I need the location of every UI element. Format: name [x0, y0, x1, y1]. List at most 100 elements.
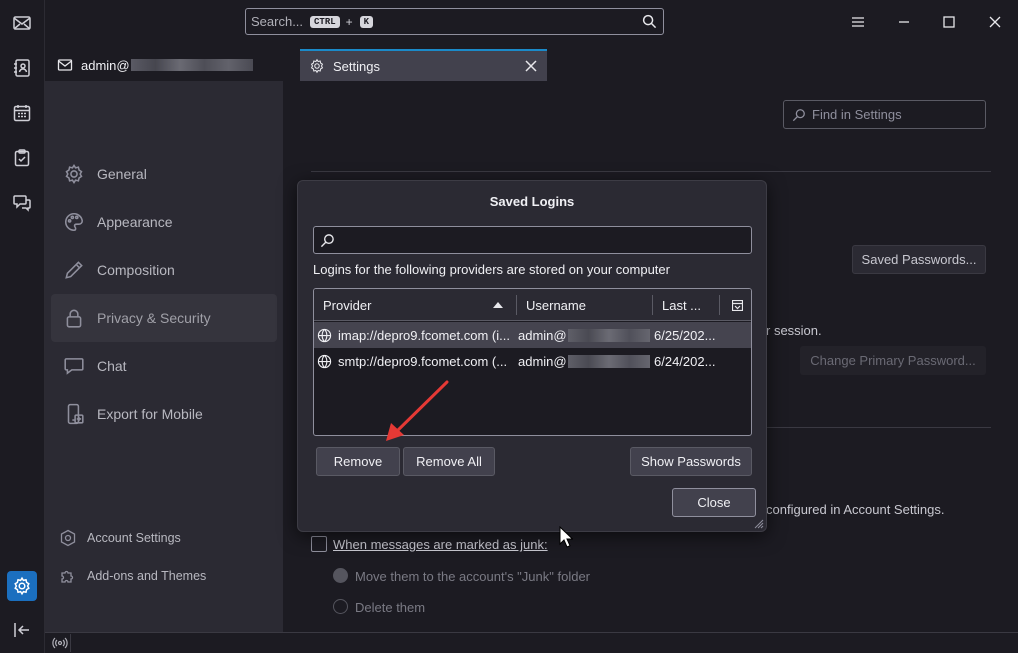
- column-last-used-label: Last ...: [662, 297, 702, 313]
- globe-icon: [317, 354, 332, 368]
- activity-button[interactable]: [49, 634, 71, 652]
- column-picker-icon[interactable]: [731, 299, 744, 312]
- account-settings-label: Account Settings: [87, 531, 181, 545]
- chat-bubbles-icon: [13, 195, 31, 212]
- address-book-icon: [14, 59, 30, 77]
- collapse-left-icon: [14, 623, 29, 637]
- tab-settings-label: Settings: [333, 58, 380, 74]
- column-separator[interactable]: [719, 295, 720, 315]
- calendar-icon: [13, 105, 31, 122]
- mobile-icon: [67, 403, 84, 425]
- global-search-input[interactable]: Search... CTRL + K: [245, 8, 664, 35]
- k-key-badge: K: [359, 15, 374, 28]
- junk-move-radio[interactable]: [333, 568, 348, 583]
- account-settings-link[interactable]: Account Settings: [59, 527, 181, 549]
- find-in-settings-placeholder: Find in Settings: [812, 107, 902, 122]
- category-chat-label: Chat: [97, 358, 127, 374]
- junk-checkbox[interactable]: [311, 536, 327, 552]
- palette-icon: [65, 212, 84, 232]
- account-settings-icon: [60, 529, 76, 547]
- close-button[interactable]: Close: [672, 488, 756, 517]
- category-general[interactable]: General: [51, 150, 277, 198]
- search-icon: [792, 108, 805, 121]
- window-close-button[interactable]: [984, 11, 1006, 33]
- minimize-button[interactable]: [893, 11, 915, 33]
- addons-themes-label: Add-ons and Themes: [87, 569, 207, 583]
- app-menu-button[interactable]: [847, 11, 869, 33]
- settings-sidebar: General Appearance Composition Privacy &…: [45, 81, 283, 632]
- dialog-description: Logins for the following providers are s…: [313, 262, 670, 277]
- tab-mail-account[interactable]: admin@: [45, 49, 298, 81]
- logins-filter-input[interactable]: [313, 226, 752, 254]
- row-last-used: 6/25/202...: [654, 327, 716, 343]
- column-provider-label: Provider: [323, 297, 372, 313]
- saved-logins-dialog: Saved Logins Logins for the following pr…: [297, 180, 767, 532]
- category-privacy-security[interactable]: Privacy & Security: [51, 294, 277, 342]
- gear-icon: [14, 576, 30, 596]
- calendar-space-button[interactable]: [7, 98, 37, 128]
- column-last-used[interactable]: Last ...: [653, 289, 719, 321]
- mail-account-icon: [57, 59, 73, 71]
- divider: [311, 171, 991, 172]
- session-text: r session.: [766, 323, 822, 338]
- gear-icon: [65, 163, 83, 185]
- puzzle-icon: [61, 570, 74, 583]
- column-username-label: Username: [526, 297, 586, 313]
- category-chat[interactable]: Chat: [51, 342, 277, 390]
- column-username[interactable]: Username: [517, 289, 652, 321]
- category-export-mobile[interactable]: Export for Mobile: [51, 390, 277, 438]
- mail-space-button[interactable]: [7, 8, 37, 38]
- search-placeholder: Search...: [251, 14, 304, 29]
- close-icon: [525, 60, 537, 72]
- change-primary-password-button[interactable]: Change Primary Password...: [800, 346, 986, 375]
- divider: [767, 427, 991, 428]
- collapse-spaces-button[interactable]: [7, 615, 37, 645]
- category-appearance-label: Appearance: [97, 214, 173, 230]
- category-composition[interactable]: Composition: [51, 246, 277, 294]
- show-passwords-button[interactable]: Show Passwords: [630, 447, 752, 476]
- tab-close-button[interactable]: [524, 59, 538, 73]
- tab-settings[interactable]: Settings: [300, 49, 547, 81]
- row-provider: imap://depro9.fcomet.com (i...: [338, 327, 510, 343]
- pen-icon: [65, 261, 83, 279]
- settings-space-button[interactable]: [7, 571, 37, 601]
- column-provider[interactable]: Provider: [314, 289, 516, 321]
- saved-passwords-button[interactable]: Saved Passwords...: [852, 245, 986, 274]
- title-bar: Search... CTRL + K: [45, 0, 1018, 46]
- remove-all-button[interactable]: Remove All: [403, 447, 495, 476]
- chat-space-button[interactable]: [7, 188, 37, 218]
- search-icon: [320, 234, 334, 248]
- address-book-space-button[interactable]: [7, 53, 37, 83]
- tasks-space-button[interactable]: [7, 143, 37, 173]
- spaces-toolbar: [0, 0, 45, 653]
- category-general-label: General: [97, 166, 147, 182]
- chat-icon: [64, 358, 84, 375]
- mail-icon: [13, 16, 31, 30]
- row-last-used: 6/24/202...: [654, 353, 716, 369]
- status-bar: [45, 632, 1018, 653]
- gear-icon: [310, 58, 324, 74]
- mouse-cursor-icon: [559, 526, 573, 548]
- search-icon[interactable]: [642, 14, 657, 29]
- sort-ascending-icon: [493, 302, 503, 308]
- junk-delete-label: Delete them: [355, 600, 426, 615]
- maximize-button[interactable]: [938, 11, 960, 33]
- category-export-mobile-label: Export for Mobile: [97, 406, 203, 422]
- table-row[interactable]: smtp://depro9.fcomet.com (... admin@ 6/2…: [314, 348, 751, 374]
- lock-icon: [66, 309, 82, 328]
- table-row[interactable]: imap://depro9.fcomet.com (i... admin@ 6/…: [314, 322, 751, 348]
- redacted-username: [567, 354, 650, 368]
- category-composition-label: Composition: [97, 262, 175, 278]
- row-provider: smtp://depro9.fcomet.com (...: [338, 353, 508, 369]
- row-username: admin@: [518, 327, 567, 343]
- find-in-settings-input[interactable]: Find in Settings: [783, 100, 986, 129]
- remove-button[interactable]: Remove: [316, 447, 400, 476]
- tab-mail-label: admin@: [81, 57, 130, 73]
- category-appearance[interactable]: Appearance: [51, 198, 277, 246]
- maximize-icon: [943, 16, 955, 28]
- addons-themes-link[interactable]: Add-ons and Themes: [59, 565, 206, 587]
- junk-delete-radio[interactable]: [333, 599, 348, 614]
- row-username: admin@: [518, 353, 567, 369]
- annotation-arrow-icon: [386, 380, 449, 441]
- resize-grip[interactable]: [752, 517, 764, 529]
